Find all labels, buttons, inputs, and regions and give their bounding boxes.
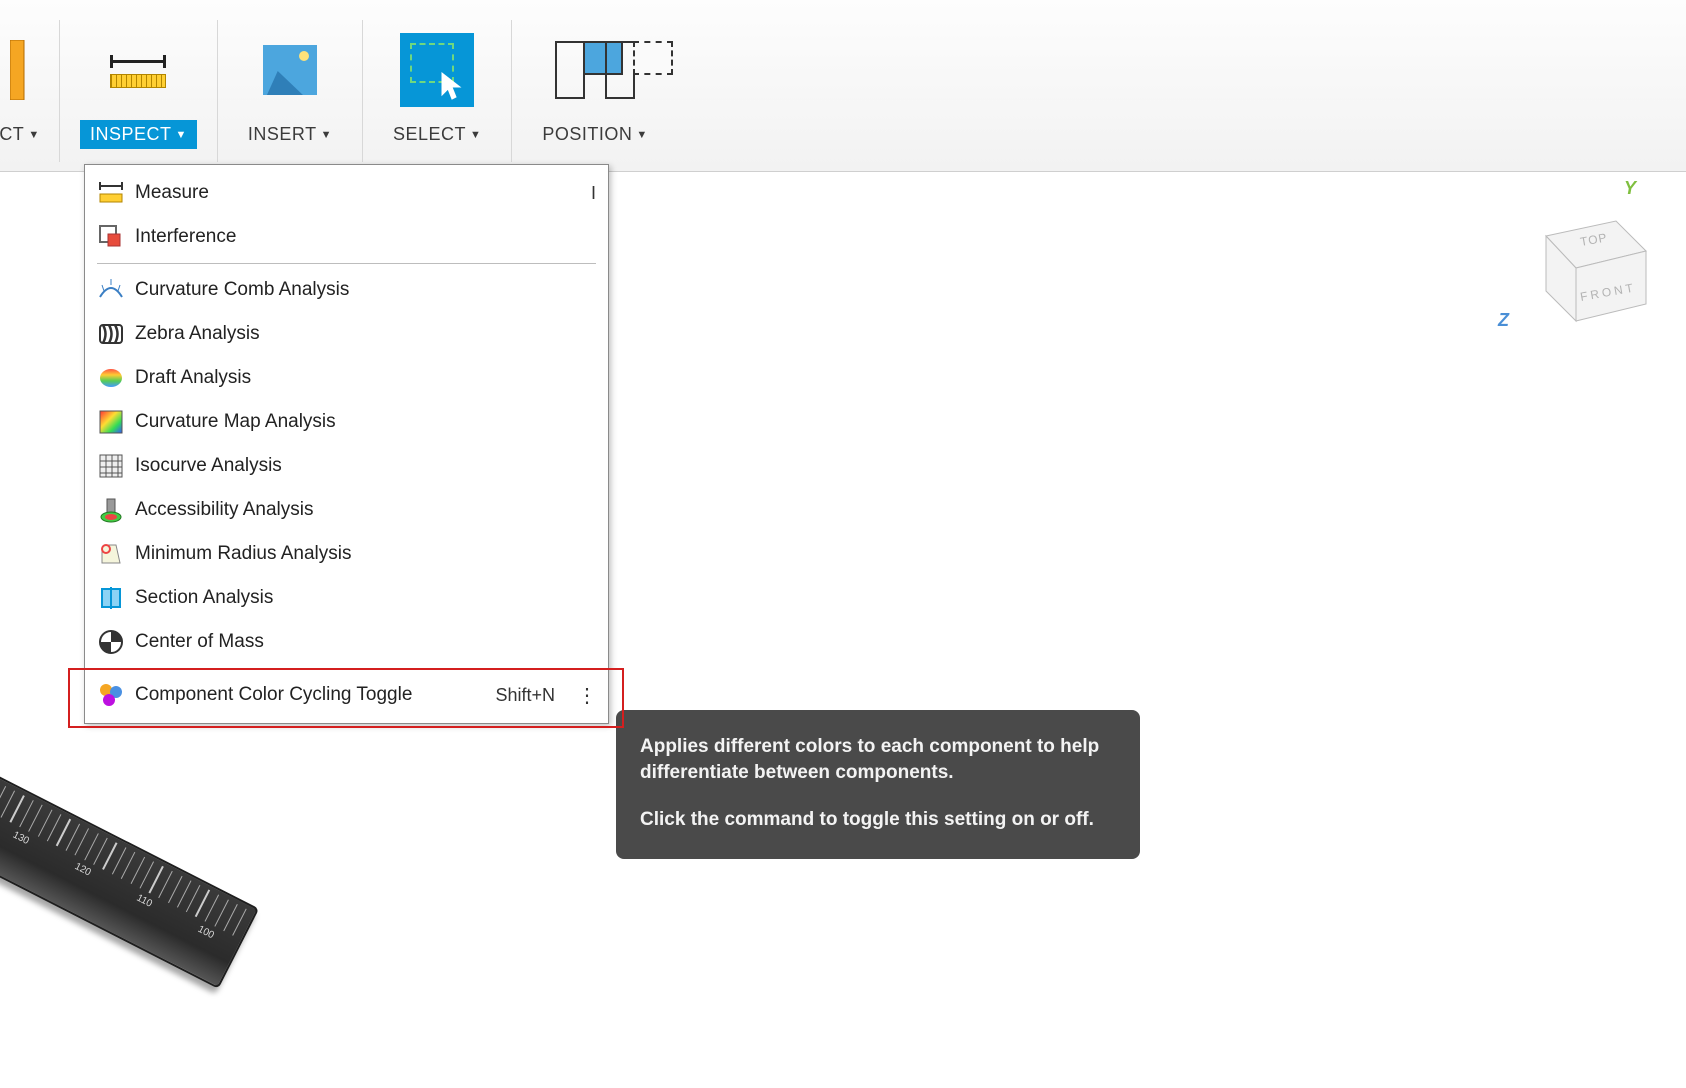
caret-down-icon: ▼ bbox=[636, 129, 647, 141]
inspect-dropdown: Measure I Interference Curvature Comb An… bbox=[84, 164, 609, 724]
menu-minimum-radius[interactable]: Minimum Radius Analysis bbox=[85, 532, 608, 576]
position-toolbar-icon bbox=[555, 20, 635, 120]
curvature-map-icon bbox=[97, 408, 125, 436]
menu-separator bbox=[97, 263, 596, 264]
menu-separator bbox=[97, 668, 596, 669]
toolbar-group-inspect: INSPECT ▼ bbox=[60, 20, 218, 162]
menu-item-label: Minimum Radius Analysis bbox=[135, 543, 596, 565]
measure-icon bbox=[97, 179, 125, 207]
menu-zebra[interactable]: Zebra Analysis bbox=[85, 312, 608, 356]
menu-isocurve[interactable]: Isocurve Analysis bbox=[85, 444, 608, 488]
inspect-toolbar-icon bbox=[110, 20, 166, 120]
toolbar-group-position: POSITION ▼ bbox=[512, 20, 677, 162]
isocurve-icon bbox=[97, 452, 125, 480]
menu-item-label: Curvature Comb Analysis bbox=[135, 279, 596, 301]
ct-icon bbox=[10, 20, 30, 120]
menu-curvature-comb[interactable]: Curvature Comb Analysis bbox=[85, 268, 608, 312]
caret-down-icon: ▼ bbox=[28, 129, 39, 141]
menu-draft[interactable]: Draft Analysis bbox=[85, 356, 608, 400]
select-toolbar-icon bbox=[400, 20, 474, 120]
caret-down-icon: ▼ bbox=[470, 129, 481, 141]
zebra-icon bbox=[97, 320, 125, 348]
caret-down-icon: ▼ bbox=[176, 129, 187, 141]
section-icon bbox=[97, 584, 125, 612]
menu-component-color-cycling[interactable]: Component Color Cycling Toggle Shift+N ⋮ bbox=[85, 673, 608, 717]
menu-item-shortcut: Shift+N bbox=[495, 685, 555, 706]
axis-y-label: Y bbox=[1624, 178, 1638, 198]
accessibility-icon bbox=[97, 496, 125, 524]
interference-icon bbox=[97, 223, 125, 251]
ruler-object: 150140130120110100 bbox=[0, 718, 259, 989]
menu-item-label: Isocurve Analysis bbox=[135, 455, 596, 477]
insert-button[interactable]: INSERT ▼ bbox=[238, 120, 342, 149]
menu-item-label: Section Analysis bbox=[135, 587, 596, 609]
toolbar-group-select: SELECT ▼ bbox=[363, 20, 512, 162]
menu-section[interactable]: Section Analysis bbox=[85, 576, 608, 620]
curvature-comb-icon bbox=[97, 276, 125, 304]
menu-interference[interactable]: Interference bbox=[85, 215, 608, 259]
position-button[interactable]: POSITION ▼ bbox=[532, 120, 657, 149]
menu-item-label: Measure bbox=[135, 182, 581, 204]
color-cycling-icon bbox=[97, 681, 125, 709]
menu-item-label: Zebra Analysis bbox=[135, 323, 596, 345]
caret-down-icon: ▼ bbox=[321, 129, 332, 141]
menu-item-label: Curvature Map Analysis bbox=[135, 411, 596, 433]
select-button[interactable]: SELECT ▼ bbox=[383, 120, 491, 149]
toolbar-group-ct: CT ▼ bbox=[0, 20, 60, 162]
center-of-mass-icon bbox=[97, 628, 125, 656]
tooltip-line2: Click the command to toggle this setting… bbox=[640, 807, 1116, 833]
select-label: SELECT bbox=[393, 124, 466, 145]
menu-item-label: Interference bbox=[135, 226, 596, 248]
menu-accessibility[interactable]: Accessibility Analysis bbox=[85, 488, 608, 532]
menu-item-label: Draft Analysis bbox=[135, 367, 596, 389]
toolbar: CT ▼ INSPECT ▼ INSERT ▼ SELECT ▼ bbox=[0, 0, 1686, 172]
more-options-icon[interactable]: ⋮ bbox=[577, 683, 596, 708]
insert-label: INSERT bbox=[248, 124, 317, 145]
menu-item-label: Accessibility Analysis bbox=[135, 499, 596, 521]
ct-label: CT bbox=[0, 124, 24, 145]
menu-item-label: Component Color Cycling Toggle bbox=[135, 684, 485, 706]
viewcube[interactable]: Y Z TOP FRONT bbox=[1496, 176, 1656, 336]
inspect-button[interactable]: INSPECT ▼ bbox=[80, 120, 197, 149]
tooltip: Applies different colors to each compone… bbox=[616, 710, 1140, 859]
inspect-label: INSPECT bbox=[90, 124, 172, 145]
menu-center-of-mass[interactable]: Center of Mass bbox=[85, 620, 608, 664]
toolbar-group-insert: INSERT ▼ bbox=[218, 20, 363, 162]
ct-button[interactable]: CT ▼ bbox=[0, 120, 50, 149]
tooltip-line1: Applies different colors to each compone… bbox=[640, 734, 1116, 785]
menu-measure[interactable]: Measure I bbox=[85, 171, 608, 215]
menu-item-shortcut: I bbox=[591, 183, 596, 204]
minimum-radius-icon bbox=[97, 540, 125, 568]
draft-icon bbox=[97, 364, 125, 392]
position-label: POSITION bbox=[542, 124, 632, 145]
axis-z-label: Z bbox=[1497, 310, 1510, 330]
insert-toolbar-icon bbox=[263, 20, 317, 120]
menu-curvature-map[interactable]: Curvature Map Analysis bbox=[85, 400, 608, 444]
menu-item-label: Center of Mass bbox=[135, 631, 596, 653]
